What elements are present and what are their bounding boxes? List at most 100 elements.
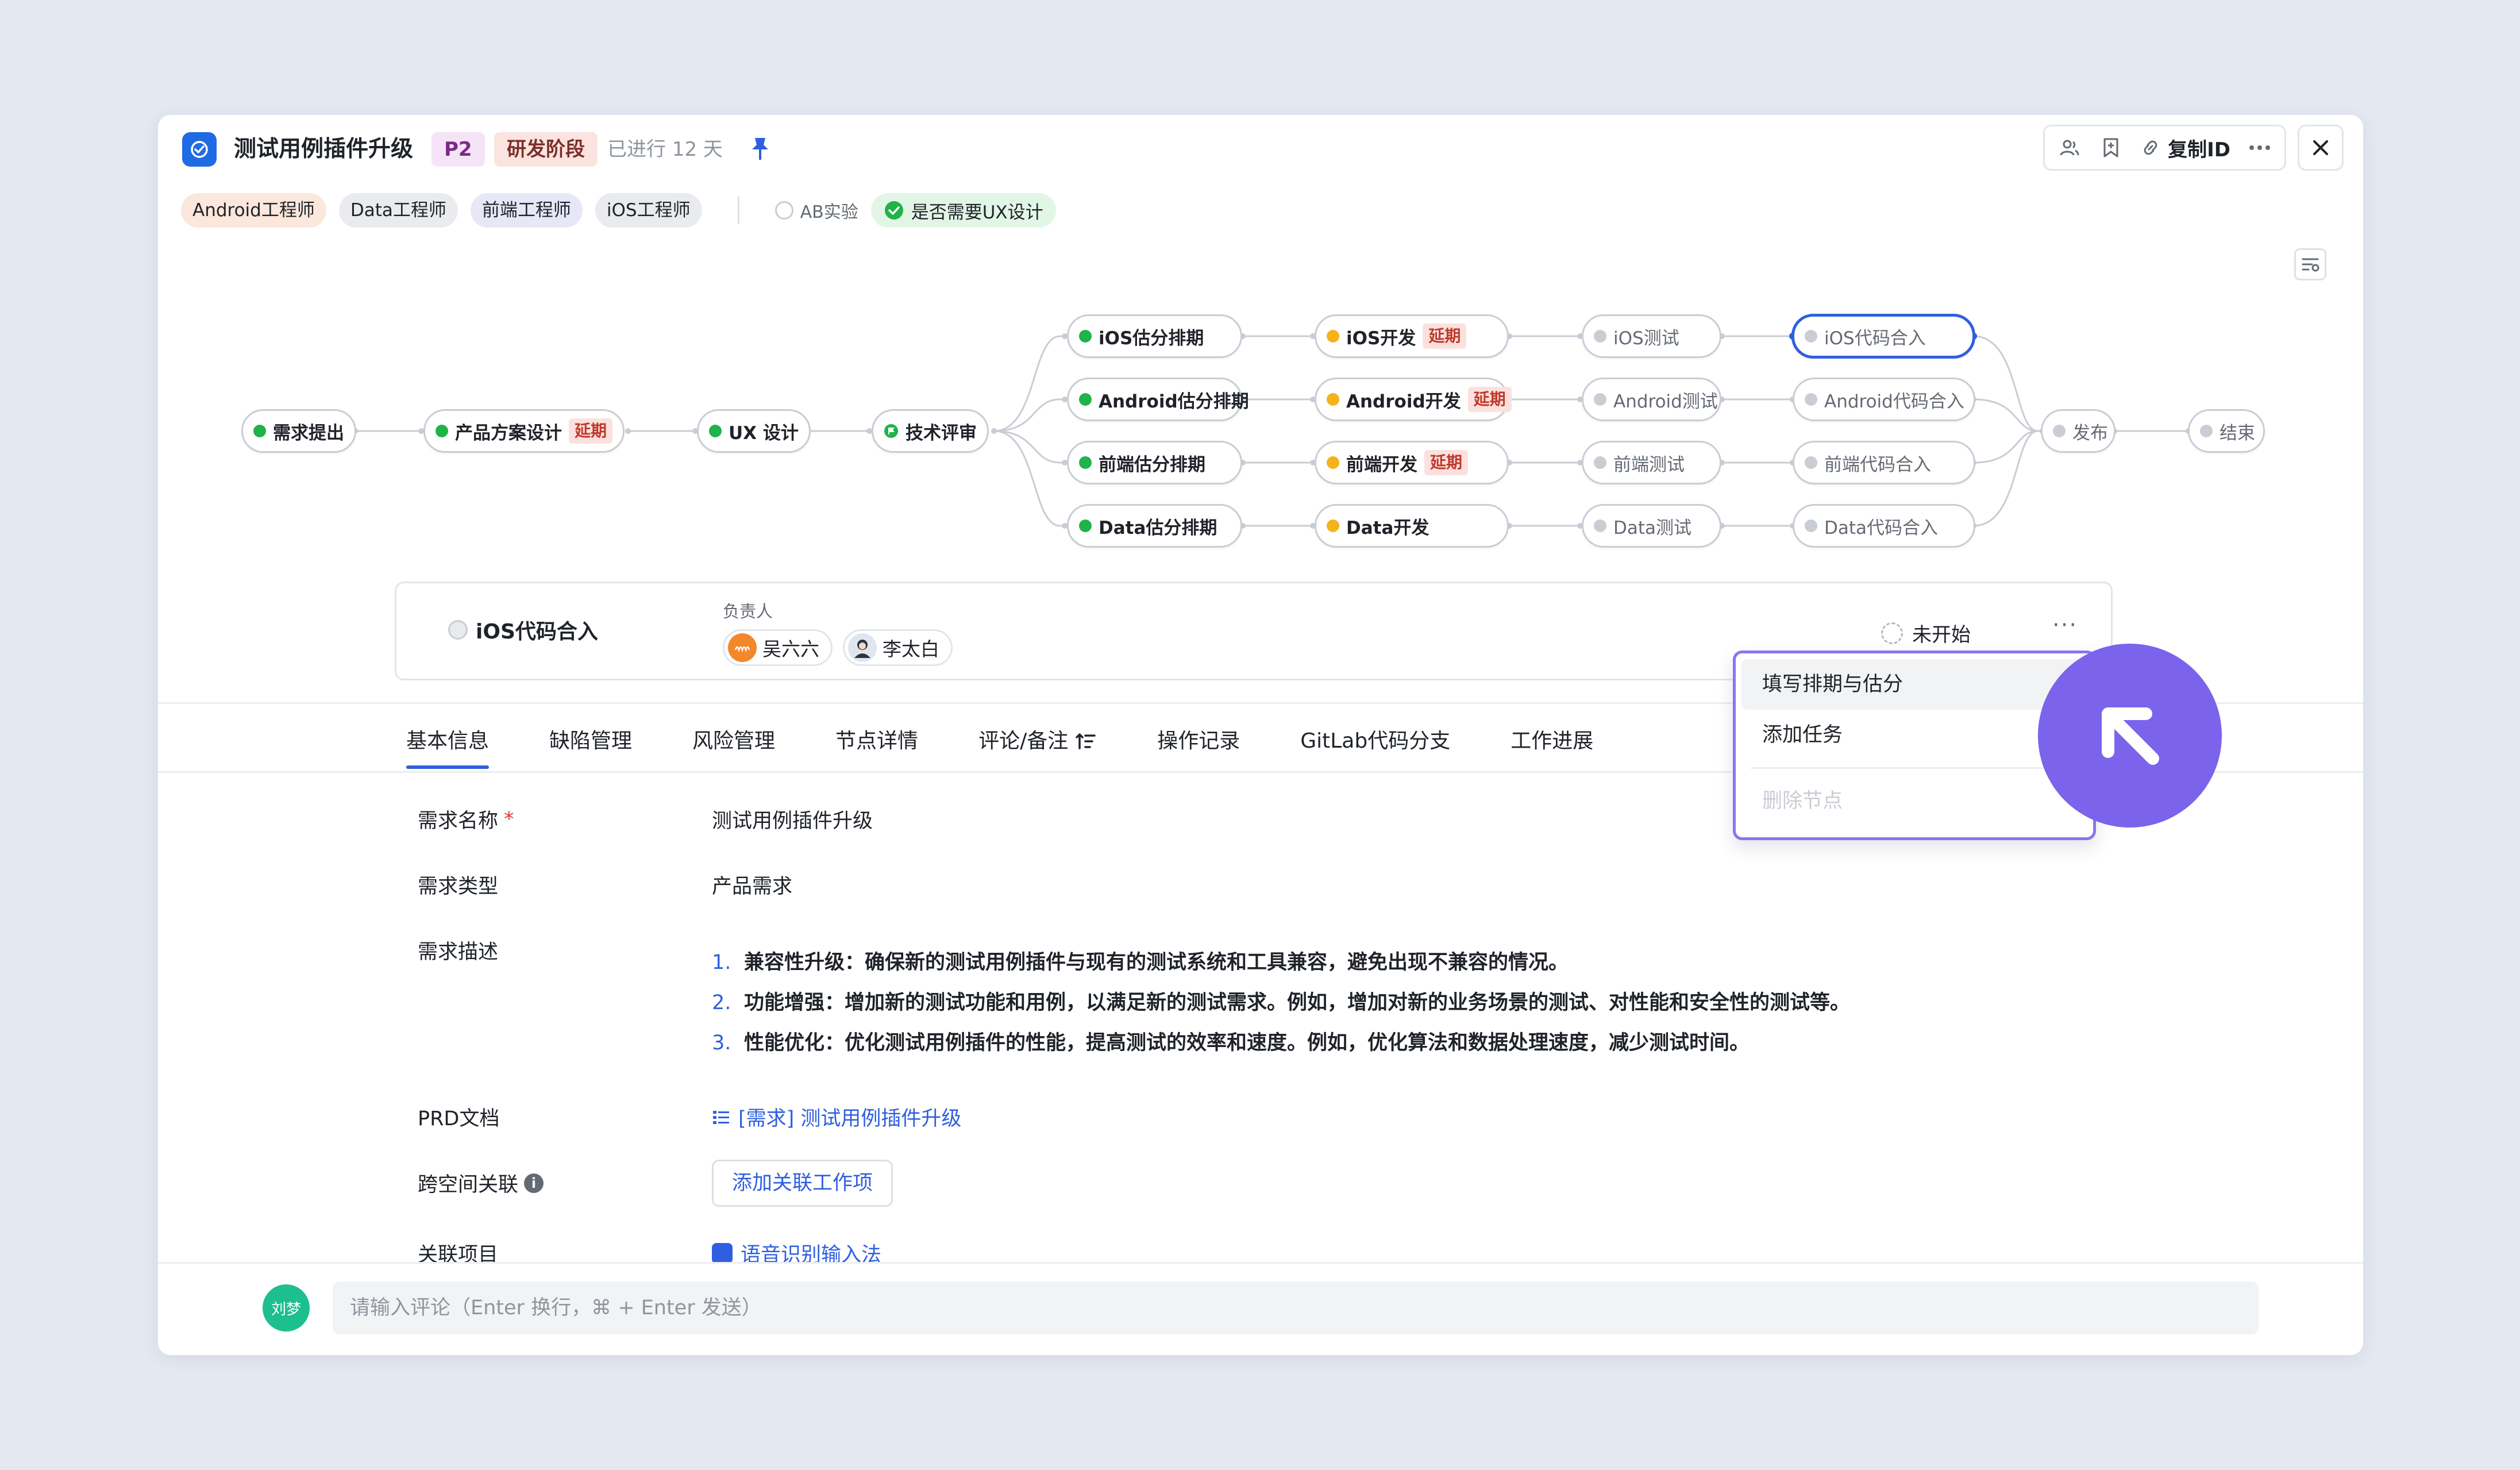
- flow-node-ux[interactable]: UX 设计: [697, 409, 811, 453]
- description-text: 性能优化：优化测试用例插件的性能，提高测试的效率和速度。例如，优化算法和数据处理…: [744, 1032, 1750, 1055]
- tab-risks[interactable]: 风险管理: [692, 713, 775, 770]
- delay-badge: 延期: [1424, 450, 1469, 475]
- tab-label: GitLab代码分支: [1300, 729, 1451, 753]
- owner-chip[interactable]: 吴六六: [723, 629, 833, 666]
- tab-label: 操作记录: [1157, 729, 1240, 753]
- done-status-dot: [1079, 456, 1092, 469]
- info-icon[interactable]: i: [524, 1173, 544, 1193]
- owner-label: 负责人: [723, 602, 773, 621]
- flow-node-label: 需求提出: [273, 422, 344, 444]
- flow-node-data-dev[interactable]: Data开发: [1315, 504, 1509, 548]
- flow-node-label: 前端估分排期: [1099, 454, 1205, 475]
- flow-node-ios-dev[interactable]: iOS开发 延期: [1315, 314, 1509, 358]
- description-text: 功能增强：增加新的测试功能和用例，以满足新的测试需求。例如，增加对新的业务场景的…: [744, 991, 1851, 1014]
- flow-node-android-merge[interactable]: Android代码合入: [1793, 378, 1975, 421]
- tab-defects[interactable]: 缺陷管理: [549, 713, 632, 770]
- flow-node-label: Android测试: [1613, 391, 1718, 412]
- flow-node-tech[interactable]: 技术评审: [872, 409, 989, 453]
- detail-tabs: 基本信息 缺陷管理 风险管理 节点详情 评论/备注 操作记录 GitLab代码分…: [406, 713, 1654, 770]
- field-value-type[interactable]: 产品需求: [712, 870, 792, 899]
- tab-node-details[interactable]: 节点详情: [835, 713, 918, 770]
- pending-status-dot: [2200, 425, 2213, 437]
- menu-divider: [1751, 767, 2078, 769]
- flow-node-ios-test[interactable]: iOS测试: [1582, 314, 1721, 358]
- description-item: 2. 功能增强：增加新的测试功能和用例，以满足新的测试需求。例如，增加对新的业务场…: [712, 983, 1850, 1023]
- pending-status-dot: [1594, 330, 1606, 343]
- pending-status-icon: [448, 620, 468, 640]
- node-more-icon[interactable]: ···: [2052, 612, 2078, 638]
- doc-list-icon: [713, 1110, 729, 1124]
- flow-node-label: UX 设计: [729, 422, 799, 444]
- tab-gitlab-branches[interactable]: GitLab代码分支: [1300, 713, 1450, 770]
- flow-node-data-est[interactable]: Data估分排期: [1067, 504, 1242, 548]
- pending-status-dot: [1594, 519, 1606, 532]
- flow-node-label: Data代码合入: [1824, 517, 1939, 538]
- flow-node-label: Android估分排期: [1099, 391, 1249, 412]
- field-label-name: 需求名称 *: [418, 805, 514, 834]
- list-number: 2.: [712, 991, 731, 1014]
- flow-node-label: 前端开发: [1346, 454, 1417, 475]
- pending-status-dot: [1805, 456, 1817, 469]
- field-value-name[interactable]: 测试用例插件升级: [712, 805, 873, 834]
- done-status-dot: [709, 425, 722, 437]
- flow-node-data-test[interactable]: Data测试: [1582, 504, 1721, 548]
- menu-item-fill-schedule[interactable]: 填写排期与估分: [1741, 659, 2087, 710]
- delay-badge: 延期: [1423, 324, 1467, 349]
- prd-link[interactable]: [需求] 测试用例插件升级: [712, 1102, 961, 1132]
- flow-node-end[interactable]: 结束: [2188, 409, 2265, 453]
- flow-node-label: iOS测试: [1613, 328, 1679, 349]
- tab-label: 节点详情: [835, 729, 919, 753]
- list-number: 3.: [712, 1032, 731, 1055]
- field-label-desc: 需求描述: [418, 941, 499, 964]
- in-progress-status-dot: [1327, 456, 1339, 469]
- pending-status-dot: [1594, 393, 1606, 406]
- flow-node-fe-dev[interactable]: 前端开发 延期: [1315, 441, 1509, 484]
- flow-node-label: 技术评审: [905, 422, 977, 444]
- comment-input[interactable]: 请输入评论（Enter 换行，⌘ + Enter 发送）: [333, 1282, 2259, 1334]
- description-list[interactable]: 1. 兼容性升级：确保新的测试用例插件与现有的测试系统和工具兼容，避免出现不兼容的…: [712, 942, 1850, 1063]
- tab-progress[interactable]: 工作进展: [1511, 713, 1593, 770]
- flow-node-fe-est[interactable]: 前端估分排期: [1067, 441, 1242, 484]
- tab-label: 基本信息: [406, 729, 490, 753]
- tab-comments[interactable]: 评论/备注: [978, 713, 1097, 770]
- flow-node-prod[interactable]: 产品方案设计 延期: [423, 409, 625, 453]
- flow-node-android-test[interactable]: Android测试: [1582, 378, 1721, 421]
- tab-operation-log[interactable]: 操作记录: [1157, 713, 1240, 770]
- project-icon: [712, 1242, 733, 1264]
- menu-item-add-task[interactable]: 添加任务: [1741, 710, 2087, 760]
- owner-chip[interactable]: 李太白: [843, 629, 953, 666]
- flow-node-req[interactable]: 需求提出: [241, 409, 356, 453]
- flow-node-fe-test[interactable]: 前端测试: [1582, 441, 1721, 484]
- pointer-cursor-icon: [2038, 644, 2222, 828]
- pending-status-dot: [1594, 456, 1606, 469]
- node-status[interactable]: 未开始: [1881, 619, 1971, 647]
- owner-list: 吴六六 李太白: [723, 629, 953, 666]
- field-label-text: 需求名称: [418, 810, 499, 833]
- flow-node-ios-merge[interactable]: iOS代码合入: [1791, 314, 1975, 359]
- flow-node-data-merge[interactable]: Data代码合入: [1793, 504, 1975, 548]
- in-progress-status-dot: [1327, 519, 1339, 532]
- field-label-type: 需求类型: [418, 875, 499, 898]
- not-started-icon: [1881, 622, 1903, 644]
- done-status-dot: [1079, 393, 1092, 406]
- node-status-label: 未开始: [1912, 624, 1971, 647]
- tab-basic-info[interactable]: 基本信息: [406, 713, 490, 770]
- done-status-dot: [436, 425, 448, 437]
- flow-node-release[interactable]: 发布: [2041, 409, 2116, 453]
- in-progress-status-dot: [1327, 393, 1339, 406]
- flow-node-fe-merge[interactable]: 前端代码合入: [1793, 441, 1975, 484]
- delay-badge: 延期: [569, 418, 613, 444]
- flow-node-android-est[interactable]: Android估分排期: [1067, 378, 1249, 421]
- flow-node-label: iOS开发: [1346, 328, 1416, 349]
- add-linked-item-button[interactable]: 添加关联工作项: [712, 1160, 893, 1207]
- flow-node-label: 前端测试: [1613, 454, 1685, 475]
- flow-node-ios-est[interactable]: iOS估分排期: [1067, 314, 1242, 358]
- flow-node-android-dev[interactable]: Android开发 延期: [1315, 378, 1512, 421]
- description-text: 兼容性升级：确保新的测试用例插件与现有的测试系统和工具兼容，避免出现不兼容的情况…: [744, 951, 1569, 974]
- flow-node-label: Android开发: [1346, 391, 1461, 412]
- delay-badge: 延期: [1467, 387, 1512, 412]
- description-item: 3. 性能优化：优化测试用例插件的性能，提高测试的效率和速度。例如，优化算法和数据…: [712, 1023, 1850, 1063]
- flow-node-label: Data估分排期: [1099, 517, 1217, 538]
- tab-label: 工作进展: [1511, 729, 1594, 753]
- owner-name: 李太白: [883, 638, 939, 660]
